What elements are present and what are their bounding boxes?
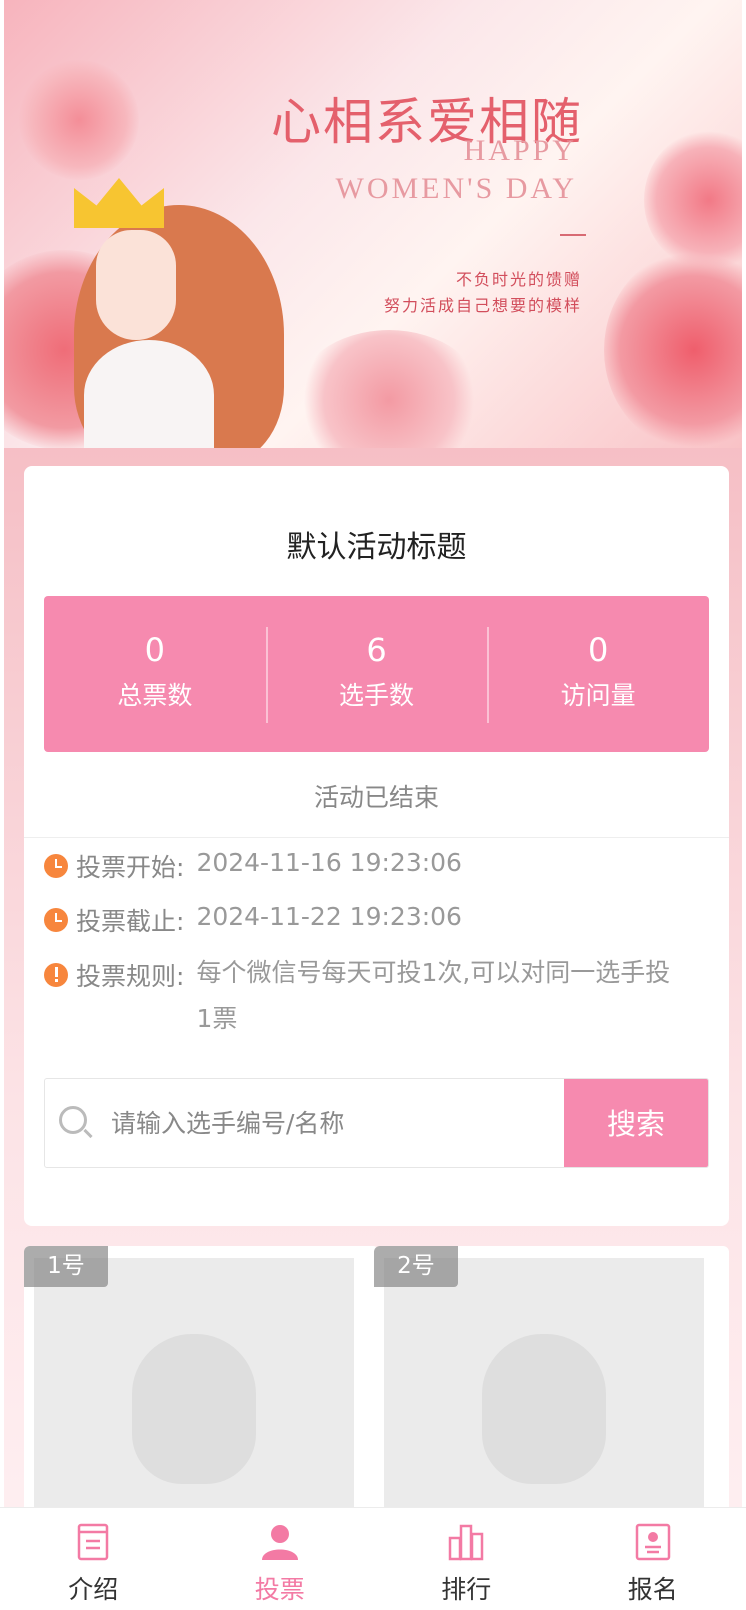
info-rules: 投票规则: 每个微信号每天可投1次,可以对同一选手投1票: [44, 957, 676, 1042]
clock-icon: [44, 854, 68, 878]
flower-decoration: [604, 250, 742, 448]
tab-label: 投票: [254, 1575, 305, 1604]
contestant-photo: [384, 1258, 704, 1546]
crown-icon: [74, 178, 164, 228]
info-label: 投票规则:: [76, 962, 185, 991]
stat-visits: 0 访问量: [487, 596, 709, 752]
search-bar: 搜索: [44, 1078, 709, 1168]
search-input[interactable]: [105, 1079, 564, 1167]
tab-intro[interactable]: 介绍: [0, 1508, 187, 1610]
info-end: 投票截止: 2024-11-22 19:23:06: [44, 902, 462, 938]
warning-icon: [44, 963, 68, 987]
stat-total-votes: 0 总票数: [44, 596, 266, 752]
contestant-card[interactable]: 2号: [374, 1246, 729, 1546]
stats-panel: 0 总票数 6 选手数 0 访问量: [44, 596, 709, 752]
activity-card: 默认活动标题 0 总票数 6 选手数 0 访问量 活动已结束 投票开始: 202…: [24, 466, 729, 1226]
info-label: 投票截止:: [76, 907, 185, 936]
girl-dress: [84, 340, 214, 448]
search-button[interactable]: 搜索: [564, 1079, 708, 1167]
search-icon: [45, 1079, 105, 1167]
tab-vote[interactable]: 投票: [187, 1508, 374, 1610]
clock-icon: [44, 908, 68, 932]
stat-contestants: 6 选手数: [265, 596, 488, 752]
contestant-number: 1号: [24, 1246, 108, 1287]
stat-label: 总票数: [117, 681, 193, 710]
page: 心相系爱相随 HAPPY WOMEN'S DAY 不负时光的馈赠 努力活成自己想…: [4, 0, 742, 1610]
flower-decoration: [294, 330, 484, 448]
tab-label: 介绍: [68, 1575, 119, 1604]
divider: [24, 837, 729, 838]
stat-value: 6: [366, 631, 387, 669]
person-icon: [261, 1525, 298, 1560]
banner-subtitle-line1: HAPPY: [463, 134, 577, 167]
banner-slogan-line1: 不负时光的馈赠: [455, 270, 582, 289]
contestant-card[interactable]: 1号: [24, 1246, 379, 1546]
stat-label: 选手数: [339, 681, 415, 710]
stat-label: 访问量: [560, 681, 636, 710]
stat-value: 0: [144, 631, 166, 669]
contestant-photo: [34, 1258, 354, 1546]
id-card-icon: [635, 1523, 670, 1561]
bottom-tab-bar: 介绍 投票 排行 报名: [0, 1507, 746, 1610]
stat-value: 0: [588, 631, 609, 669]
tab-signup[interactable]: 报名: [560, 1508, 746, 1610]
activity-title: 默认活动标题: [286, 530, 467, 565]
banner-dash: [560, 234, 586, 236]
info-value: 每个微信号每天可投1次,可以对同一选手投1票: [196, 958, 671, 1033]
tab-label: 报名: [627, 1575, 678, 1604]
banner-subtitle-line2: WOMEN'S DAY: [335, 172, 577, 205]
document-icon: [78, 1523, 109, 1561]
flower-decoration: [644, 130, 742, 270]
info-value: 2024-11-22 19:23:06: [196, 902, 462, 931]
girl-face: [96, 230, 176, 340]
banner-image: 心相系爱相随 HAPPY WOMEN'S DAY 不负时光的馈赠 努力活成自己想…: [4, 0, 742, 448]
activity-status: 活动已结束: [313, 783, 439, 812]
avatar-placeholder-icon: [482, 1334, 606, 1484]
info-label: 投票开始:: [76, 853, 185, 882]
flower-decoration: [19, 60, 139, 180]
info-value: 2024-11-16 19:23:06: [196, 848, 462, 877]
info-start: 投票开始: 2024-11-16 19:23:06: [44, 848, 462, 884]
tab-ranking[interactable]: 排行: [373, 1508, 560, 1610]
banner-slogan-line2: 努力活成自己想要的模样: [383, 296, 582, 315]
avatar-placeholder-icon: [132, 1334, 256, 1484]
contestant-number: 2号: [374, 1246, 458, 1287]
bar-chart-icon: [449, 1524, 484, 1561]
tab-label: 排行: [441, 1575, 492, 1604]
